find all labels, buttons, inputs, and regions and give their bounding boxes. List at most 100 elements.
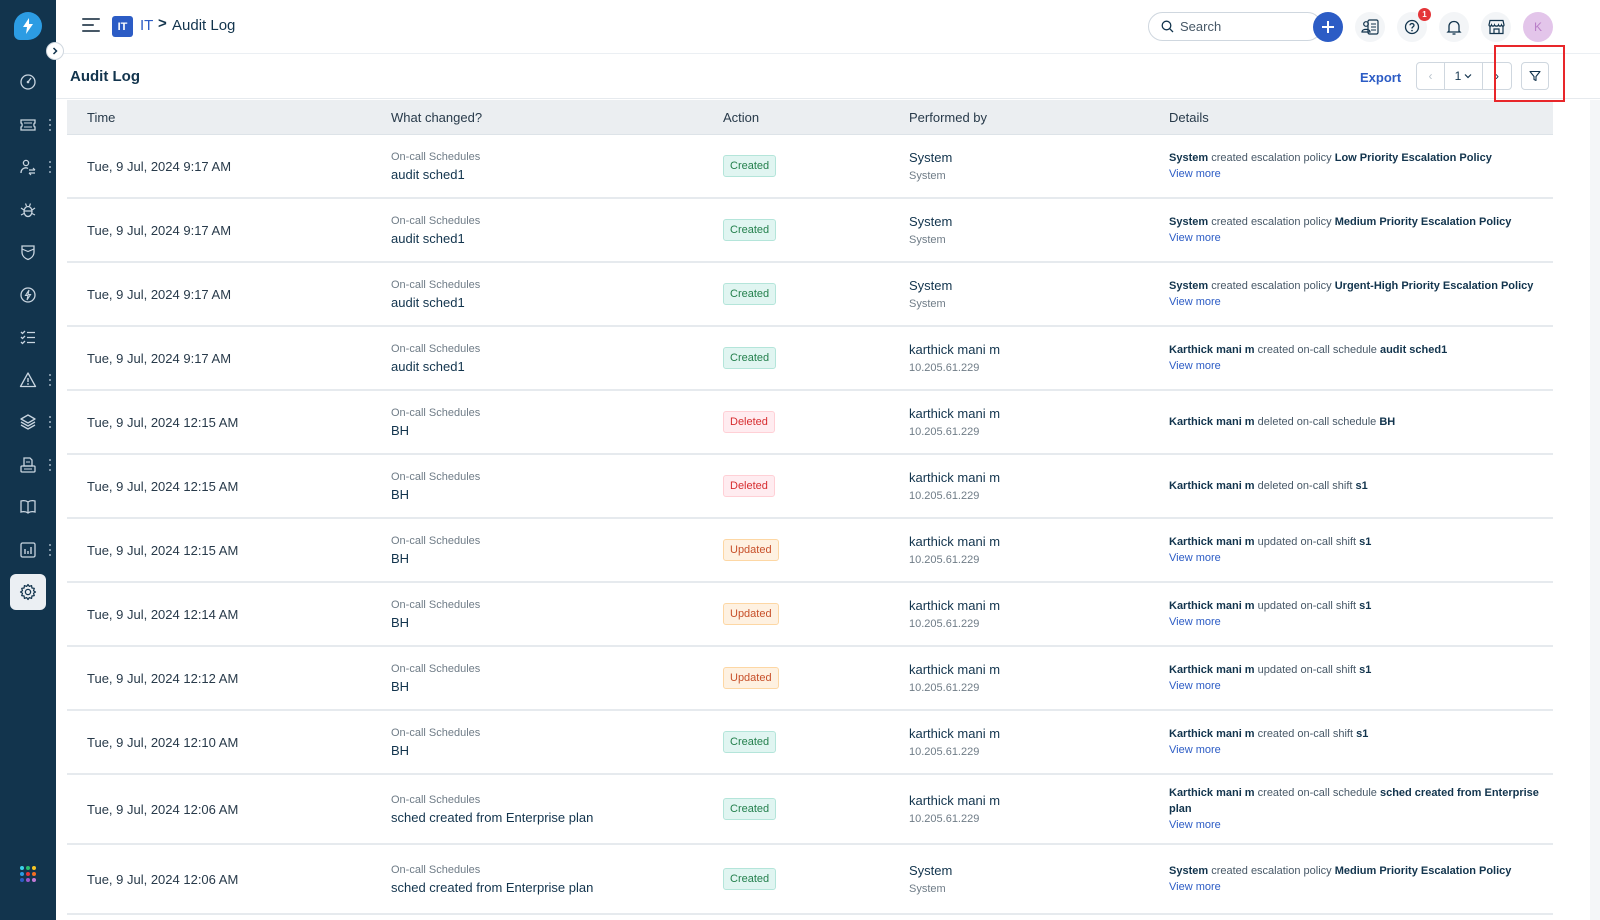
details-description: Karthick mani m updated on-call shift s1	[1169, 598, 1371, 614]
view-more-link[interactable]: View more	[1169, 358, 1447, 374]
search-input[interactable]: Search	[1148, 12, 1322, 41]
details-description: Karthick mani m deleted on-call shift s1	[1169, 478, 1368, 494]
entity-category: On-call Schedules	[391, 214, 481, 227]
sidebar-item-menu-assets[interactable]	[48, 416, 52, 428]
what-changed-cell: On-call Schedules BH	[391, 519, 480, 581]
sidebar-item-assets[interactable]	[10, 404, 46, 440]
view-more-link[interactable]: View more	[1169, 294, 1533, 310]
details-highlight: Karthick mani m	[1169, 664, 1255, 676]
details-highlight: Urgent-High Priority Escalation Policy	[1334, 280, 1534, 292]
export-button[interactable]: Export	[1360, 70, 1401, 85]
table-row[interactable]: Tue, 9 Jul, 2024 12:06 AM On-call Schedul…	[67, 775, 1553, 845]
action-cell: Created	[723, 775, 777, 843]
sidebar-item-tasks[interactable]	[10, 319, 46, 355]
layers-icon	[20, 414, 36, 430]
view-more-link[interactable]: View more	[1169, 678, 1371, 694]
table-row[interactable]: Tue, 9 Jul, 2024 12:12 AM On-call Schedul…	[67, 647, 1553, 711]
sidebar-item-admin[interactable]	[10, 574, 46, 610]
table-row[interactable]: Tue, 9 Jul, 2024 12:14 AM On-call Schedul…	[67, 583, 1553, 647]
warning-icon	[19, 371, 37, 387]
view-more-link[interactable]: View more	[1169, 166, 1492, 182]
entity-category: On-call Schedules	[391, 470, 481, 483]
column-header-details[interactable]: Details	[1169, 110, 1209, 125]
filter-funnel-icon	[1529, 70, 1541, 82]
marketplace-button[interactable]	[1481, 12, 1511, 42]
create-new-button[interactable]	[1313, 12, 1343, 42]
sidebar-item-contacts[interactable]	[10, 149, 46, 185]
previous-page-button[interactable]: ‹	[1417, 63, 1445, 89]
details-description: Karthick mani m created on-call schedule…	[1169, 342, 1447, 358]
table-row[interactable]: Tue, 9 Jul, 2024 12:15 AM On-call Schedul…	[67, 391, 1553, 455]
entity-category: On-call Schedules	[391, 726, 481, 739]
sidebar-item-menu-tickets[interactable]	[48, 118, 52, 131]
action-badge: Created	[723, 798, 777, 820]
help-button[interactable]: 1	[1397, 8, 1431, 42]
what-changed-cell: On-call Schedules audit sched1	[391, 199, 480, 261]
details-text-segment: created on-call shift	[1254, 728, 1357, 740]
what-changed-cell: On-call Schedules BH	[391, 391, 480, 453]
what-changed-cell: On-call Schedules sched created from Ente…	[391, 775, 593, 843]
page-scrollbar[interactable]	[1590, 100, 1600, 920]
column-header-what-changed[interactable]: What changed?	[391, 110, 482, 125]
details-cell: Karthick mani m updated on-call shift s1…	[1169, 647, 1371, 709]
column-header-performed-by[interactable]: Performed by	[909, 110, 987, 125]
details-text-segment: created escalation policy	[1208, 216, 1335, 228]
view-more-link[interactable]: View more	[1169, 614, 1371, 630]
hamburger-menu-icon[interactable]	[82, 18, 100, 34]
sidebar-item-menu-analytics[interactable]	[48, 543, 52, 556]
table-row[interactable]: Tue, 9 Jul, 2024 9:17 AM On-call Schedule…	[67, 199, 1553, 263]
sidebar-item-menu-service-catalog[interactable]	[48, 458, 52, 471]
performed-by-cell: System System	[909, 135, 952, 197]
performer-name: karthick mani m	[909, 598, 1001, 613]
sidebar-item-menu-alerts[interactable]	[48, 373, 52, 386]
what-changed-cell: On-call Schedules BH	[391, 711, 480, 773]
sidebar-item-changes[interactable]	[10, 234, 46, 270]
plus-icon	[1322, 21, 1334, 33]
sidebar-item-analytics[interactable]	[10, 532, 46, 568]
entity-category: On-call Schedules	[391, 342, 481, 355]
sidebar-item-menu-contacts[interactable]	[48, 161, 52, 173]
details-highlight: Karthick mani m	[1169, 728, 1255, 740]
breadcrumb-workspace[interactable]: IT	[140, 17, 153, 34]
sidebar-item-releases[interactable]	[10, 277, 46, 313]
view-more-link[interactable]: View more	[1169, 230, 1511, 246]
page-number-select[interactable]: 1	[1445, 63, 1483, 89]
next-page-button[interactable]: ›	[1483, 63, 1511, 89]
user-avatar[interactable]: K	[1523, 12, 1553, 42]
table-row[interactable]: Tue, 9 Jul, 2024 12:06 AM On-call Schedul…	[67, 845, 1553, 915]
workspace-badge[interactable]: IT	[112, 16, 133, 37]
view-more-link[interactable]: View more	[1169, 879, 1511, 895]
what-changed-cell: On-call Schedules BH	[391, 583, 480, 645]
notifications-button[interactable]	[1439, 12, 1469, 42]
sidebar-item-problems[interactable]	[10, 192, 46, 228]
apps-launcher-icon[interactable]	[20, 866, 36, 882]
table-row[interactable]: Tue, 9 Jul, 2024 9:17 AM On-call Schedule…	[67, 135, 1553, 199]
filter-button[interactable]	[1521, 62, 1549, 90]
table-row[interactable]: Tue, 9 Jul, 2024 12:10 AM On-call Schedul…	[67, 711, 1553, 775]
table-row[interactable]: Tue, 9 Jul, 2024 12:15 AM On-call Schedul…	[67, 519, 1553, 583]
timestamp: Tue, 9 Jul, 2024 12:06 AM	[87, 801, 239, 817]
table-row[interactable]: Tue, 9 Jul, 2024 12:15 AM On-call Schedul…	[67, 455, 1553, 519]
performer-source: System	[909, 298, 946, 310]
view-more-link[interactable]: View more	[1169, 550, 1371, 566]
sidebar-expand-button[interactable]	[46, 42, 64, 60]
table-row[interactable]: Tue, 9 Jul, 2024 9:17 AM On-call Schedule…	[67, 263, 1553, 327]
time-cell: Tue, 9 Jul, 2024 9:17 AM	[87, 199, 231, 261]
sidebar-item-solutions[interactable]	[10, 489, 46, 525]
sidebar-item-service-catalog[interactable]	[10, 447, 46, 483]
details-highlight: Karthick mani m	[1169, 480, 1255, 492]
sidebar-item-tickets[interactable]	[10, 107, 46, 143]
sidebar-item-alerts[interactable]	[10, 362, 46, 398]
view-more-link[interactable]: View more	[1169, 742, 1368, 758]
column-header-action[interactable]: Action	[723, 110, 759, 125]
time-cell: Tue, 9 Jul, 2024 12:15 AM	[87, 519, 238, 581]
action-badge: Created	[723, 283, 777, 305]
app-logo-icon[interactable]	[14, 12, 42, 40]
contact-card-button[interactable]	[1355, 12, 1385, 42]
action-badge: Updated	[723, 603, 779, 625]
view-more-link[interactable]: View more	[1169, 817, 1539, 833]
table-row[interactable]: Tue, 9 Jul, 2024 9:17 AM On-call Schedule…	[67, 327, 1553, 391]
column-header-time[interactable]: Time	[87, 110, 115, 125]
action-cell: Created	[723, 327, 777, 389]
sidebar-item-dashboard[interactable]	[10, 64, 46, 100]
